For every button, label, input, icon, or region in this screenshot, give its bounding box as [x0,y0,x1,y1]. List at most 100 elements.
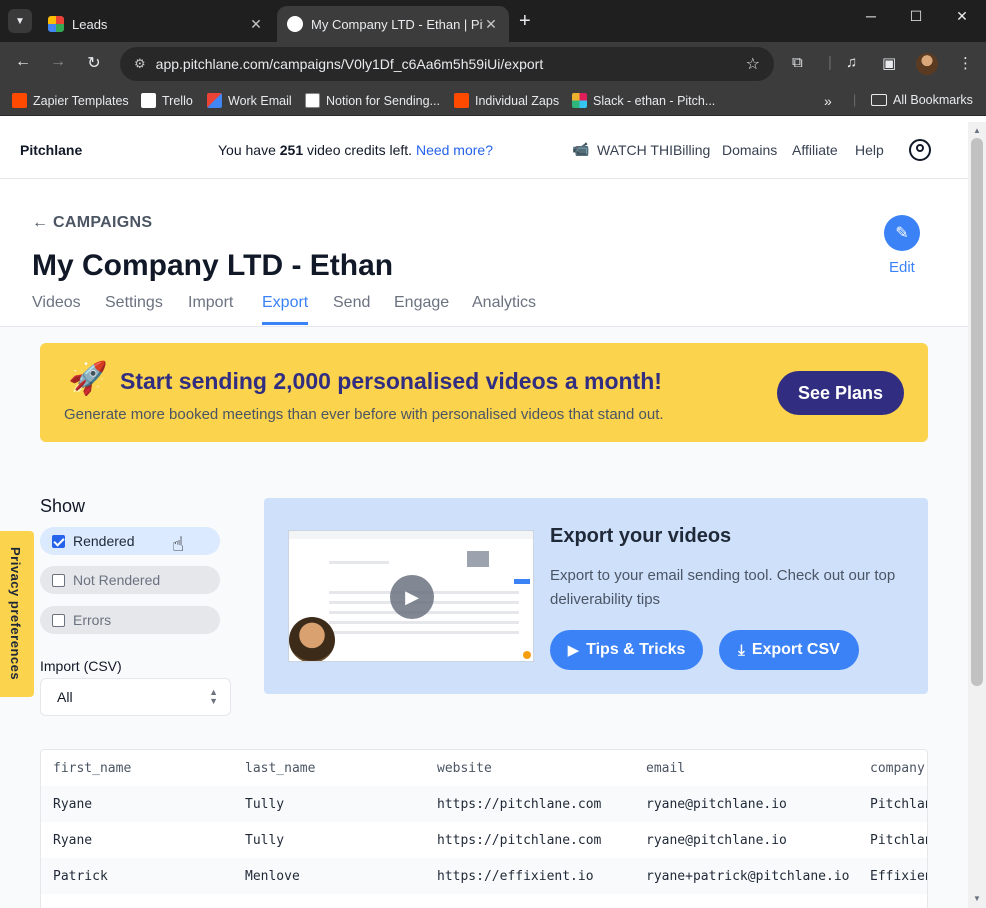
column-header[interactable]: first_name [53,761,131,776]
media-icon[interactable]: ♫ [846,54,857,71]
export-csv-button[interactable]: ⤓ Export CSV [719,630,859,670]
edit-pencil-icon[interactable]: ✎ [884,215,920,251]
thumbnail-line [329,621,519,624]
bookmark-individual-zaps[interactable]: Individual Zaps [454,93,559,108]
brand-logo[interactable]: Pitchlane [20,142,82,158]
column-header[interactable]: website [437,761,492,776]
table-row[interactable]: Patrick Menlove https://effixient.io rya… [41,858,928,894]
side-panel-icon[interactable]: ▣ [882,54,896,72]
rocket-icon: 🚀 [68,360,108,396]
zapier-icon [454,93,469,108]
table-cell: Effixien [870,869,928,884]
scroll-down-icon[interactable]: ▼ [973,894,981,903]
filter-rendered[interactable]: Rendered [40,527,220,555]
errors-checkbox[interactable] [52,613,65,627]
back-icon[interactable]: ← [12,53,34,71]
table-cell: Tully [245,797,285,812]
menu-kebab-icon[interactable]: ⋮ [958,54,973,72]
close-tab-icon[interactable]: ✕ [248,16,264,33]
filter-not-rendered[interactable]: Not Rendered [40,566,220,594]
bookmark-label: Trello [162,93,193,108]
import-select-value: All [57,689,73,705]
address-bar[interactable]: ⚙ app.pitchlane.com/campaigns/V0ly1Df_c6… [120,47,774,81]
forward-icon[interactable]: → [47,53,69,71]
nav-help[interactable]: Help [855,142,884,158]
thumbnail-line [329,631,519,634]
bookmark-zapier-templates[interactable]: Zapier Templates [12,93,129,108]
nav-domains[interactable]: Domains [722,142,777,158]
minimize-icon[interactable]: ─ [848,8,894,24]
export-table: first_name last_name website email compa… [40,749,928,908]
bookmark-work-email[interactable]: Work Email [207,93,292,108]
table-cell: ryane@pitchlane.io [646,833,787,848]
download-icon: ⤓ [738,641,745,659]
column-header[interactable]: last_name [245,761,315,776]
bookmark-label: Work Email [228,93,292,108]
browser-tab-leads[interactable]: Leads ✕ [38,6,274,42]
extensions-icon[interactable]: ⧉ [792,54,803,71]
tab-search-icon[interactable]: ▼ [8,9,32,33]
table-row[interactable]: Ryane Tully https://pitchlane.com ryane@… [41,822,927,858]
table-cell: Menlove [245,869,300,884]
reload-icon[interactable]: ↻ [83,53,105,73]
table-row-partial[interactable] [41,894,927,908]
scroll-up-icon[interactable]: ▲ [973,126,981,135]
bookmark-notion[interactable]: Notion for Sending... [305,93,440,108]
upgrade-banner: 🚀 Start sending 2,000 personalised video… [40,343,928,442]
import-csv-select[interactable]: All ▲ ▼ [40,678,231,716]
credits-count: 251 [279,142,304,158]
bookmark-star-icon[interactable]: ☆ [746,54,760,74]
table-cell: Ryane [53,833,93,848]
maximize-icon[interactable]: ☐ [893,8,939,25]
profile-avatar[interactable] [916,53,938,75]
account-icon[interactable] [909,139,931,161]
play-icon[interactable]: ▶ [390,575,434,619]
edit-label[interactable]: Edit [889,259,915,276]
bookmark-slack[interactable]: Slack - ethan - Pitch... [572,93,715,108]
tab-engage[interactable]: Engage [394,294,449,322]
nav-affiliate[interactable]: Affiliate [792,142,838,158]
site-info-icon[interactable]: ⚙ [134,56,146,72]
see-plans-button[interactable]: See Plans [777,371,904,415]
table-cell: https://pitchlane.com [437,797,602,812]
tutorial-video-thumbnail[interactable]: ▶ [288,530,534,662]
column-header[interactable]: company [870,761,925,776]
filter-errors[interactable]: Errors [40,606,220,634]
filter-label: Not Rendered [73,572,161,588]
tab-export[interactable]: Export [262,294,309,325]
url-text: app.pitchlane.com/campaigns/V0ly1Df_c6Aa… [155,56,544,72]
page-scrollbar[interactable]: ▲ ▼ [968,122,986,908]
table-row[interactable]: Ryane Tully https://pitchlane.com ryane@… [41,786,927,822]
nav-watch-billing[interactable]: WATCH THIBilling [597,142,710,158]
scrollbar-thumb[interactable] [971,138,983,686]
tab-settings[interactable]: Settings [105,294,163,322]
all-bookmarks[interactable]: All Bookmarks [871,93,973,107]
not-rendered-checkbox[interactable] [52,573,65,587]
privacy-preferences-tab[interactable]: Privacy preferences [0,531,34,697]
filter-label: Rendered [73,533,135,549]
campaign-tabs: Videos Settings Import Export Send Engag… [0,294,968,327]
table-cell: Ryane [53,797,93,812]
browser-tab-active[interactable]: My Company LTD - Ethan | Pitc ✕ [277,6,509,42]
tab-send[interactable]: Send [333,294,370,322]
back-to-campaigns-link[interactable]: ← CAMPAIGNS [32,214,152,232]
tips-tricks-button[interactable]: ▶ Tips & Tricks [550,630,703,670]
rendered-checkbox[interactable] [52,534,65,548]
new-tab-icon[interactable]: + [519,10,531,33]
bookmark-trello[interactable]: Trello [141,93,193,108]
more-bookmarks-icon[interactable]: » [824,93,832,109]
chevron-updown-icon: ▲ ▼ [209,687,218,706]
zapier-icon [12,93,27,108]
tab-analytics[interactable]: Analytics [472,294,536,322]
need-more-link[interactable]: Need more? [416,142,493,158]
export-description: Export to your email sending tool. Check… [550,567,896,608]
gmail-icon [207,93,222,108]
tab-videos[interactable]: Videos [32,294,81,322]
close-tab-icon[interactable]: ✕ [483,16,499,33]
column-header[interactable]: email [646,761,685,776]
table-cell: https://pitchlane.com [437,833,602,848]
leads-favicon-icon [48,16,64,32]
tab-import[interactable]: Import [188,294,233,322]
close-window-icon[interactable]: ✕ [939,8,985,25]
tab-title: My Company LTD - Ethan | Pitc [311,16,483,32]
